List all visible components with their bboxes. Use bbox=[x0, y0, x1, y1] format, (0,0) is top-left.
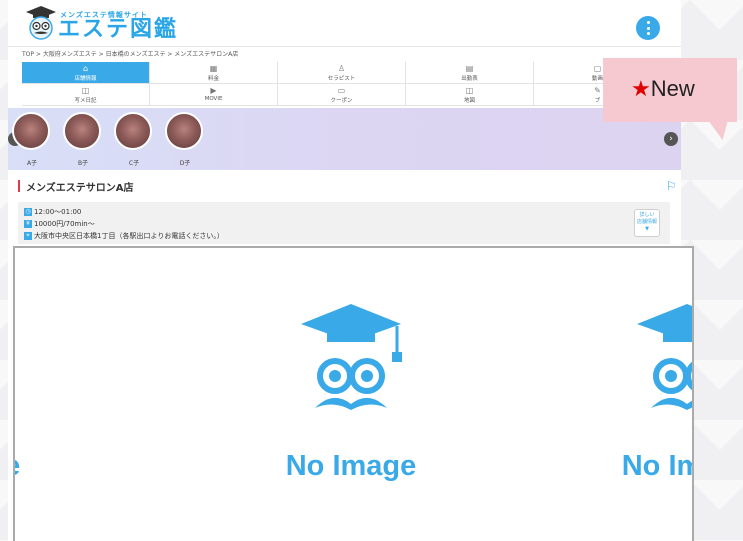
clock-icon: ◷ bbox=[24, 208, 32, 216]
shop-nav-item-photo-diary[interactable]: ◫ 写メ日記 bbox=[22, 84, 150, 106]
menu-dot-icon bbox=[646, 32, 650, 35]
address-text: 大阪市中央区日本橋1丁目（各駅出口よりお電話ください。） bbox=[34, 232, 224, 240]
hours-text: 12:00～01:00 bbox=[34, 208, 82, 216]
shop-nav-label: 写メ日記 bbox=[74, 98, 97, 104]
logo-title[interactable]: エステ図鑑 bbox=[58, 18, 178, 42]
grid-icon: ▦ bbox=[209, 64, 218, 73]
no-image-label: No Image bbox=[15, 450, 65, 483]
shop-nav-item-coupon[interactable]: ▭ クーポン bbox=[278, 84, 406, 106]
shop-title: メンズエステサロンA店 bbox=[26, 183, 134, 194]
shop-nav-label: 動画 bbox=[591, 76, 603, 82]
shop-nav: ⌂ 店舗情報 ▦ 料金 ♙ セラピスト ▤ 出勤表 ▢ 動画 ◫ 写メ日記 ▶ … bbox=[22, 62, 685, 108]
therapist-carousel: ‹ A子 B子 C子 D子 › bbox=[8, 108, 681, 170]
therapist-avatar bbox=[114, 112, 152, 150]
chevron-down-icon: ▼ bbox=[645, 226, 649, 232]
shop-nav-item-map[interactable]: ◫ 地図 bbox=[406, 84, 534, 106]
mascot-logo-icon[interactable] bbox=[22, 4, 60, 42]
therapist-name: D子 bbox=[179, 160, 191, 167]
bookmark-icon[interactable]: ⚐ bbox=[664, 179, 678, 193]
shop-nav-label: 出勤表 bbox=[461, 76, 478, 82]
detail-button-line: 詳しい bbox=[639, 212, 655, 218]
therapist-name: B子 bbox=[77, 160, 89, 167]
therapist-avatar bbox=[165, 112, 203, 150]
shop-nav-item-movie[interactable]: ▶ MOVIE bbox=[150, 84, 278, 106]
star-icon: ★ bbox=[631, 76, 651, 101]
no-image-label: No Image bbox=[285, 450, 417, 482]
menu-dot-icon bbox=[646, 26, 650, 30]
shop-nav-item-price[interactable]: ▦ 料金 bbox=[150, 62, 278, 84]
therapist-card[interactable]: A子 bbox=[12, 112, 52, 167]
therapist-card[interactable]: C子 bbox=[114, 112, 154, 167]
shop-nav-item-info[interactable]: ⌂ 店舗情報 bbox=[22, 62, 150, 84]
address-row: ⌖ 大阪市中央区日本橋1丁目（各駅出口よりお電話ください。） bbox=[24, 231, 224, 241]
home-icon: ⌂ bbox=[82, 64, 89, 73]
menu-dot-icon bbox=[646, 21, 650, 24]
shop-info-box: ◷ 12:00～01:00 ¥10000円/70min～ ⌖ 大阪市中央区日本橋1丁… bbox=[18, 202, 670, 244]
therapist-avatar bbox=[12, 112, 50, 150]
menu-button[interactable] bbox=[636, 16, 660, 40]
therapist-card[interactable]: B子 bbox=[63, 112, 103, 167]
hours-row: ◷ 12:00～01:00 bbox=[24, 207, 81, 217]
shop-detail-button[interactable]: 詳しい 店舗情報 ▼ bbox=[634, 209, 660, 237]
no-image-label: No Image bbox=[621, 450, 692, 482]
photo-gallery[interactable]: No Image No Image bbox=[13, 246, 694, 541]
therapist-name: A子 bbox=[26, 160, 38, 167]
title-accent-bar bbox=[18, 180, 20, 192]
site-header: メンズエステ情報サイト エステ図鑑 bbox=[8, 0, 681, 47]
gallery-slide[interactable]: No Image bbox=[577, 268, 692, 498]
shop-nav-label: セラピスト bbox=[327, 76, 356, 82]
gallery-pagination bbox=[339, 530, 363, 541]
shop-title-bar: メンズエステサロンA店 ⚐ bbox=[18, 177, 678, 195]
mascot-placeholder-icon bbox=[301, 304, 402, 410]
photo-icon: ◫ bbox=[81, 86, 90, 95]
video-icon: ▢ bbox=[593, 64, 602, 73]
gallery-slide[interactable]: No Image bbox=[13, 268, 65, 498]
shop-nav-label: ブ bbox=[594, 98, 601, 104]
calendar-icon: ▤ bbox=[465, 64, 474, 73]
shop-nav-item-therapist[interactable]: ♙ セラピスト bbox=[278, 62, 406, 84]
carousel-next-arrow-icon[interactable]: › bbox=[664, 132, 678, 146]
coupon-icon: ▭ bbox=[337, 86, 346, 95]
play-icon: ▶ bbox=[210, 86, 217, 95]
new-badge-text: ★New bbox=[631, 76, 695, 102]
person-icon: ♙ bbox=[337, 64, 346, 73]
map-icon: ◫ bbox=[465, 86, 474, 95]
shop-nav-label: 店舗情報 bbox=[74, 76, 97, 82]
new-badge-tail bbox=[704, 122, 728, 140]
therapist-card[interactable]: D子 bbox=[165, 112, 205, 167]
new-badge-label: New bbox=[650, 76, 695, 101]
shop-nav-label: 料金 bbox=[207, 76, 219, 82]
location-icon: ⌖ bbox=[24, 232, 32, 240]
therapist-name: C子 bbox=[128, 160, 140, 167]
page: メンズエステ情報サイト エステ図鑑 TOP > 大阪府メンズエステ > 日本橋の… bbox=[8, 0, 694, 541]
mascot-placeholder-icon bbox=[637, 304, 692, 410]
therapist-avatar bbox=[63, 112, 101, 150]
breadcrumb[interactable]: TOP > 大阪府メンズエステ > 日本橋のメンズエステ > メンズエステサロン… bbox=[22, 49, 238, 58]
mascot-placeholder-icon bbox=[13, 268, 65, 428]
shop-nav-label: MOVIE bbox=[204, 96, 223, 102]
price-text: 10000円/70min～ bbox=[34, 220, 95, 228]
new-badge: ★New bbox=[603, 58, 737, 140]
gallery-slide[interactable]: No Image bbox=[241, 268, 461, 498]
shop-nav-label: 地図 bbox=[463, 98, 475, 104]
price-icon: ¥ bbox=[24, 220, 32, 228]
shop-nav-item-schedule[interactable]: ▤ 出勤表 bbox=[406, 62, 534, 84]
detail-button-line: 店舗情報 bbox=[636, 219, 657, 225]
price-row: ¥10000円/70min～ bbox=[24, 219, 95, 229]
pen-icon: ✎ bbox=[594, 86, 601, 95]
shop-nav-label: クーポン bbox=[330, 98, 353, 104]
